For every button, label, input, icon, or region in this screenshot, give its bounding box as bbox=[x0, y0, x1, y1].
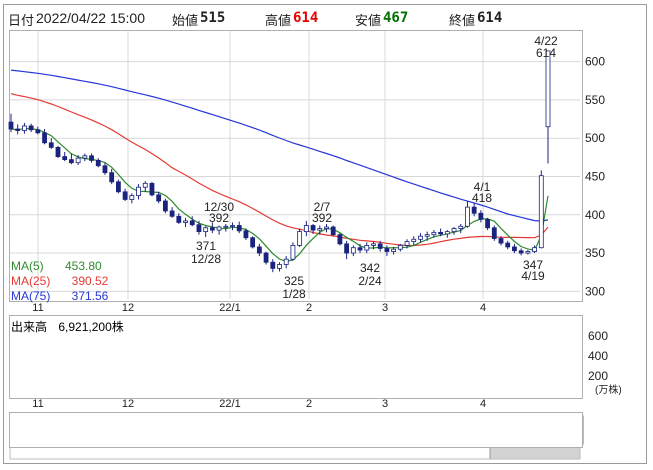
open-label: 始値 bbox=[172, 13, 199, 28]
ma5-label: MA(5) bbox=[11, 259, 44, 273]
ma75-legend-row: MA(75) 371.56 bbox=[11, 289, 108, 304]
ma5-value: 453.80 bbox=[64, 259, 102, 273]
high-value: 614 bbox=[293, 10, 319, 26]
close-label: 終値 bbox=[449, 13, 476, 28]
low-value: 467 bbox=[383, 10, 409, 26]
datetime-value: 2022/04/22 15:00 bbox=[36, 10, 145, 26]
ma25-value: 390.52 bbox=[71, 274, 109, 288]
low-label: 安値 bbox=[355, 13, 382, 28]
close-value: 614 bbox=[477, 10, 503, 26]
ma-legend: MA(5) 453.80 MA(25) 390.52 MA(75) 371.56 bbox=[11, 259, 108, 304]
ma25-label: MA(25) bbox=[11, 274, 51, 288]
ma5-legend-row: MA(5) 453.80 bbox=[11, 259, 108, 274]
open-value: 515 bbox=[200, 10, 226, 26]
volume-title: 出来高 6,921,200株 bbox=[11, 318, 124, 335]
volume-value: 6,921,200株 bbox=[58, 320, 124, 334]
date-label: 日付 bbox=[8, 13, 35, 28]
ma25-legend-row: MA(25) 390.52 bbox=[11, 274, 108, 289]
volume-label: 出来高 bbox=[11, 320, 48, 334]
navigator-panel[interactable] bbox=[9, 412, 583, 448]
high-label: 高値 bbox=[265, 13, 292, 28]
ma75-label: MA(75) bbox=[11, 289, 51, 303]
ma75-value: 371.56 bbox=[71, 289, 109, 303]
